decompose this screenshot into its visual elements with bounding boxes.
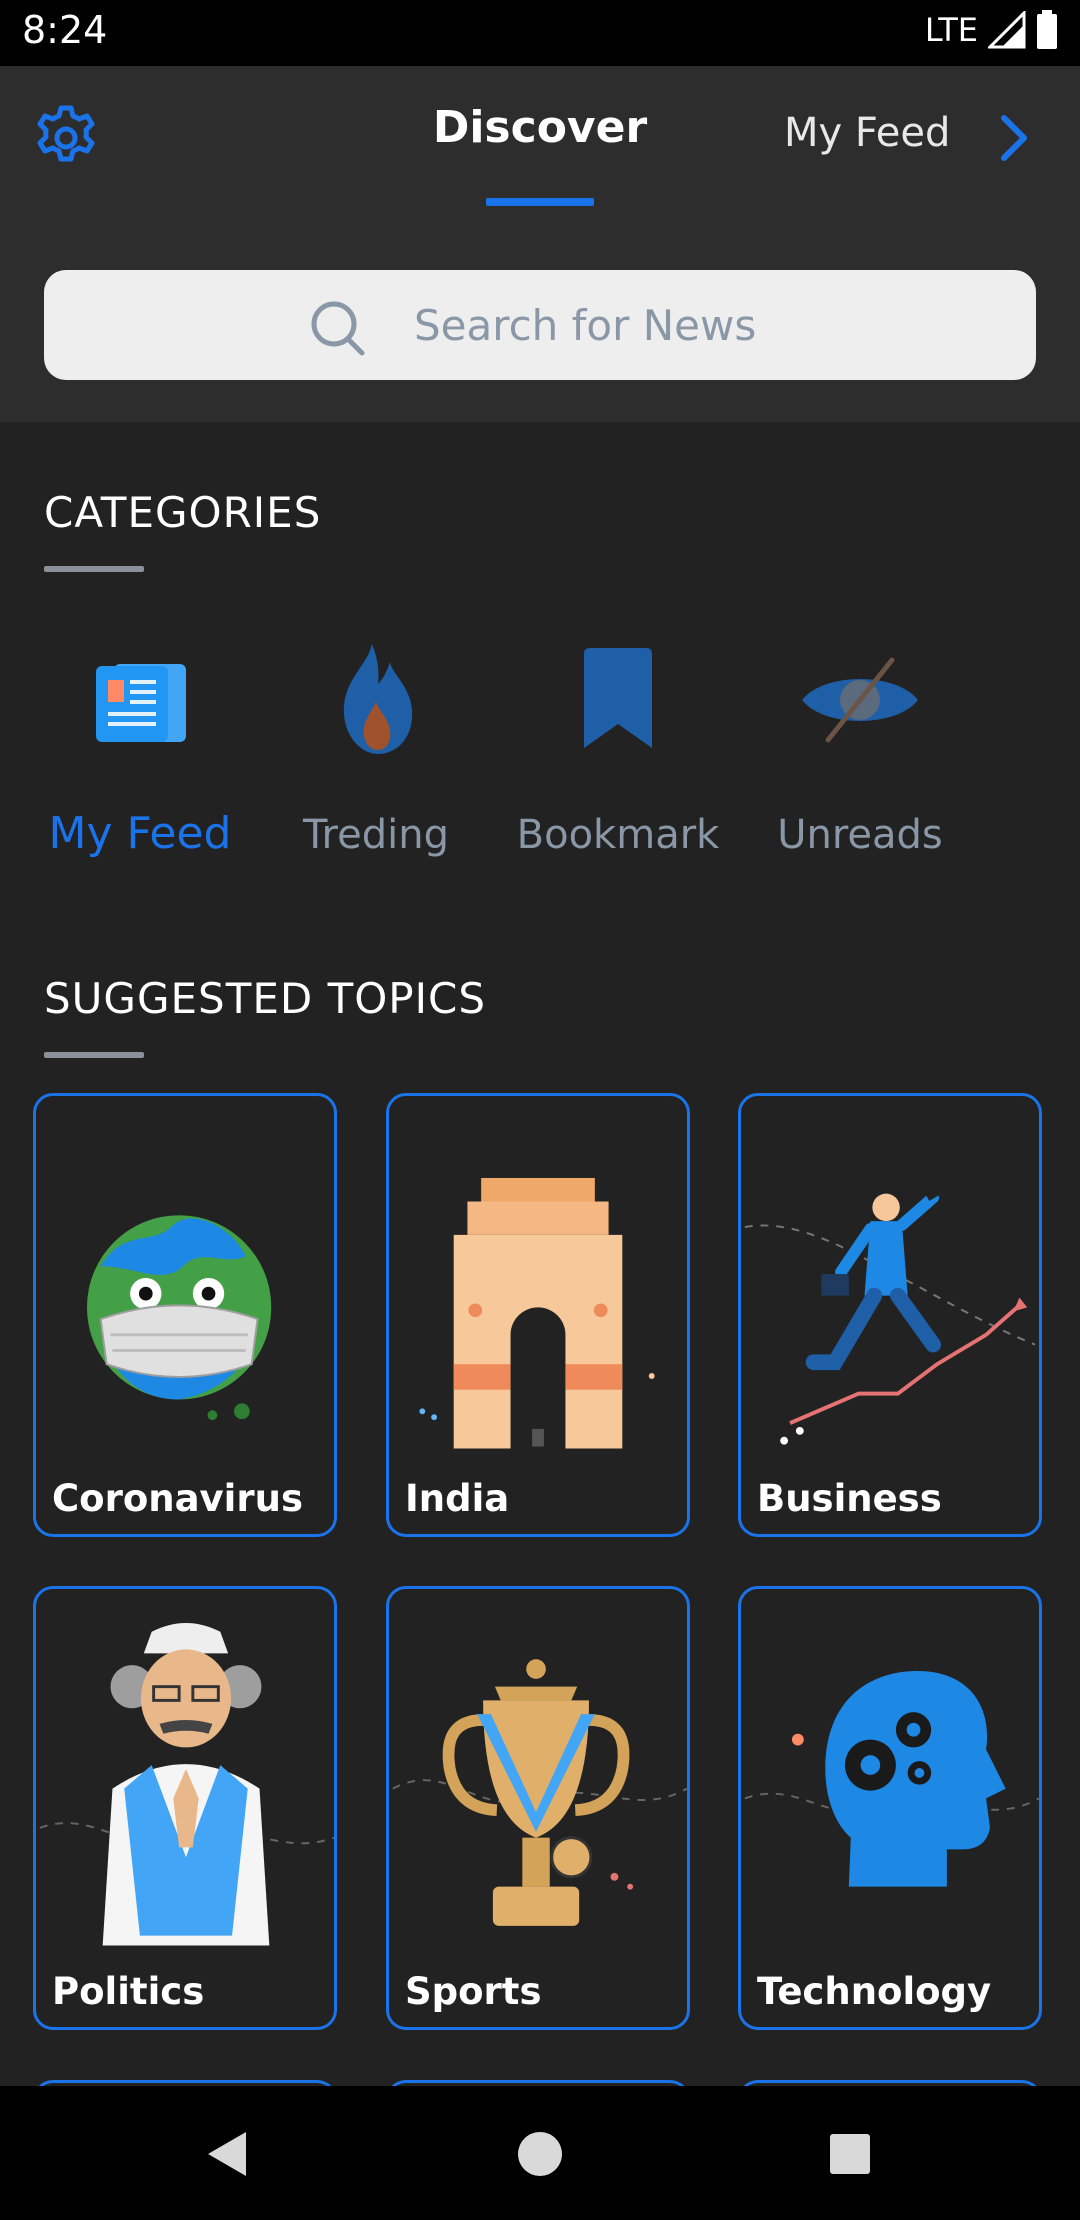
topic-card-sports[interactable]: Sports: [386, 1586, 690, 2030]
topic-card-coronavirus[interactable]: Coronavirus: [33, 1093, 337, 1537]
eye-slash-icon: [802, 657, 918, 743]
categories-underline: [44, 566, 144, 572]
category-trending[interactable]: Treding: [266, 640, 486, 858]
topic-card-politics[interactable]: Politics: [33, 1586, 337, 2030]
gear-head-illustration: [744, 1670, 1039, 1887]
battery-icon: [1037, 10, 1057, 49]
category-label: Unreads: [777, 812, 943, 858]
trophy-medal-illustration: [392, 1659, 687, 1926]
newspaper-icon: [96, 664, 186, 742]
topic-label: Technology: [757, 1970, 992, 2013]
businessman-growth-illustration: [744, 1179, 1036, 1445]
flame-icon: [343, 644, 413, 754]
topic-label: Coronavirus: [52, 1477, 303, 1520]
category-label: My Feed: [48, 808, 232, 859]
topic-label: Politics: [52, 1970, 205, 2013]
search-input[interactable]: [412, 294, 976, 356]
topic-label: India: [405, 1477, 510, 1520]
categories-title: CATEGORIES: [44, 488, 322, 537]
category-my-feed[interactable]: My Feed: [30, 640, 250, 859]
topic-card-business[interactable]: Business: [738, 1093, 1042, 1537]
status-time: 8:24: [22, 8, 108, 52]
bookmark-icon: [584, 648, 652, 748]
recents-square-icon[interactable]: [818, 2122, 882, 2186]
masked-earth-illustration: [86, 1215, 272, 1421]
network-type: LTE: [924, 11, 978, 49]
topic-label: Sports: [405, 1970, 542, 2013]
status-bar: 8:24 LTE: [0, 0, 1080, 66]
topic-card-india[interactable]: India: [386, 1093, 690, 1537]
category-bookmark[interactable]: Bookmark: [508, 640, 728, 858]
india-gate-illustration: [419, 1177, 655, 1449]
suggested-topics-title: SUGGESTED TOPICS: [44, 974, 486, 1023]
tab-discover-label: Discover: [432, 102, 648, 153]
category-label: Bookmark: [516, 812, 720, 858]
category-label: Treding: [303, 812, 449, 858]
system-nav-bar: [0, 2086, 1080, 2220]
chevron-right-icon[interactable]: [994, 112, 1034, 164]
status-icons: LTE: [925, 10, 1058, 50]
topic-card-technology[interactable]: Technology: [738, 1586, 1042, 2030]
search-bar[interactable]: [44, 270, 1036, 380]
signal-icon: [988, 11, 1026, 49]
back-triangle-icon[interactable]: [196, 2122, 260, 2186]
topic-label: Business: [757, 1477, 942, 1520]
home-circle-icon[interactable]: [508, 2122, 572, 2186]
category-unreads[interactable]: Unreads: [750, 640, 970, 858]
politician-namaste-illustration: [39, 1622, 334, 1946]
tab-my-feed[interactable]: My Feed: [784, 110, 950, 156]
active-tab-indicator: [486, 198, 594, 206]
app-header: Discover My Feed: [0, 66, 1080, 422]
suggested-topics-underline: [44, 1052, 144, 1058]
search-icon: [311, 301, 365, 356]
